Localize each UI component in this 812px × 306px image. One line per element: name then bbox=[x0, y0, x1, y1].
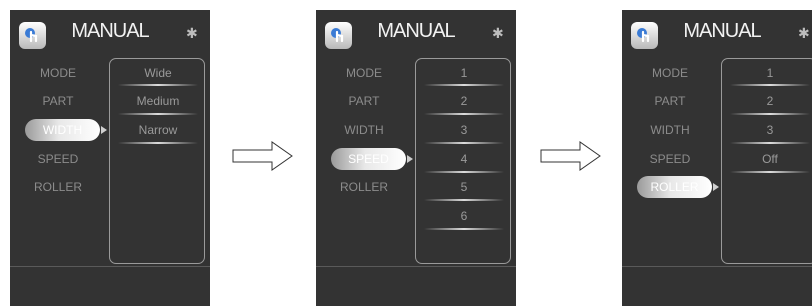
options-panel: 1 2 3 4 5 6 bbox=[415, 58, 511, 264]
header: MANUAL ✱ bbox=[10, 10, 210, 58]
right-arrow-icon bbox=[232, 141, 293, 171]
bluetooth-icon: ✱ bbox=[492, 25, 504, 41]
menu-item-roller[interactable]: ROLLER bbox=[316, 176, 412, 198]
menu-item-speed[interactable]: SPEED bbox=[10, 148, 106, 170]
menu-item-part[interactable]: PART bbox=[10, 90, 106, 112]
divider bbox=[424, 228, 504, 230]
divider bbox=[424, 171, 504, 173]
selection-pointer-icon bbox=[713, 183, 719, 191]
menu-item-mode[interactable]: MODE bbox=[622, 62, 718, 84]
option-narrow[interactable]: Narrow bbox=[110, 120, 206, 140]
selection-pointer-icon bbox=[101, 126, 107, 134]
option-off[interactable]: Off bbox=[722, 149, 812, 169]
screen-roller-menu: MANUAL ✱ MODE PART WIDTH SPEED ROLLER 1 … bbox=[622, 10, 812, 306]
menu-item-mode[interactable]: MODE bbox=[316, 62, 412, 84]
footer-divider bbox=[316, 266, 516, 267]
screen-speed-menu: MANUAL ✱ MODE PART WIDTH SPEED ROLLER 1 … bbox=[316, 10, 516, 306]
page-title: MANUAL bbox=[71, 20, 149, 42]
option-5[interactable]: 5 bbox=[416, 177, 512, 197]
bluetooth-icon: ✱ bbox=[186, 25, 198, 41]
option-medium[interactable]: Medium bbox=[110, 91, 206, 111]
divider bbox=[730, 113, 810, 115]
menu-item-roller[interactable]: ROLLER bbox=[637, 176, 712, 198]
option-3[interactable]: 3 bbox=[722, 120, 812, 140]
option-4[interactable]: 4 bbox=[416, 149, 512, 169]
menu-item-part[interactable]: PART bbox=[622, 90, 718, 112]
divider bbox=[730, 142, 810, 144]
selection-pointer-icon bbox=[407, 155, 413, 163]
page-title: MANUAL bbox=[683, 20, 761, 42]
page-title: MANUAL bbox=[377, 20, 455, 42]
bluetooth-icon: ✱ bbox=[798, 25, 810, 41]
option-1[interactable]: 1 bbox=[416, 63, 512, 83]
divider bbox=[118, 84, 198, 86]
header: MANUAL ✱ bbox=[316, 10, 516, 58]
menu-item-speed[interactable]: SPEED bbox=[331, 148, 406, 170]
options-panel: Wide Medium Narrow bbox=[109, 58, 205, 264]
option-1[interactable]: 1 bbox=[722, 63, 812, 83]
option-2[interactable]: 2 bbox=[416, 91, 512, 111]
menu-item-mode[interactable]: MODE bbox=[10, 62, 106, 84]
divider bbox=[424, 113, 504, 115]
footer-divider bbox=[622, 266, 812, 267]
footer-divider bbox=[10, 266, 210, 267]
divider bbox=[424, 142, 504, 144]
right-arrow-icon bbox=[540, 141, 601, 171]
menu-item-roller[interactable]: ROLLER bbox=[10, 176, 106, 198]
option-6[interactable]: 6 bbox=[416, 206, 512, 226]
menu-item-width[interactable]: WIDTH bbox=[316, 119, 412, 141]
option-2[interactable]: 2 bbox=[722, 91, 812, 111]
divider bbox=[730, 171, 810, 173]
divider bbox=[118, 113, 198, 115]
option-3[interactable]: 3 bbox=[416, 120, 512, 140]
divider bbox=[730, 84, 810, 86]
divider bbox=[424, 84, 504, 86]
option-wide[interactable]: Wide bbox=[110, 63, 206, 83]
menu-item-part[interactable]: PART bbox=[316, 90, 412, 112]
header: MANUAL ✱ bbox=[622, 10, 812, 58]
divider bbox=[424, 199, 504, 201]
screen-width-menu: MANUAL ✱ MODE PART WIDTH SPEED ROLLER Wi… bbox=[10, 10, 210, 306]
divider bbox=[118, 142, 198, 144]
menu-item-width[interactable]: WIDTH bbox=[622, 119, 718, 141]
options-panel: 1 2 3 Off bbox=[721, 58, 812, 264]
menu-item-width[interactable]: WIDTH bbox=[25, 119, 100, 141]
menu-item-speed[interactable]: SPEED bbox=[622, 148, 718, 170]
